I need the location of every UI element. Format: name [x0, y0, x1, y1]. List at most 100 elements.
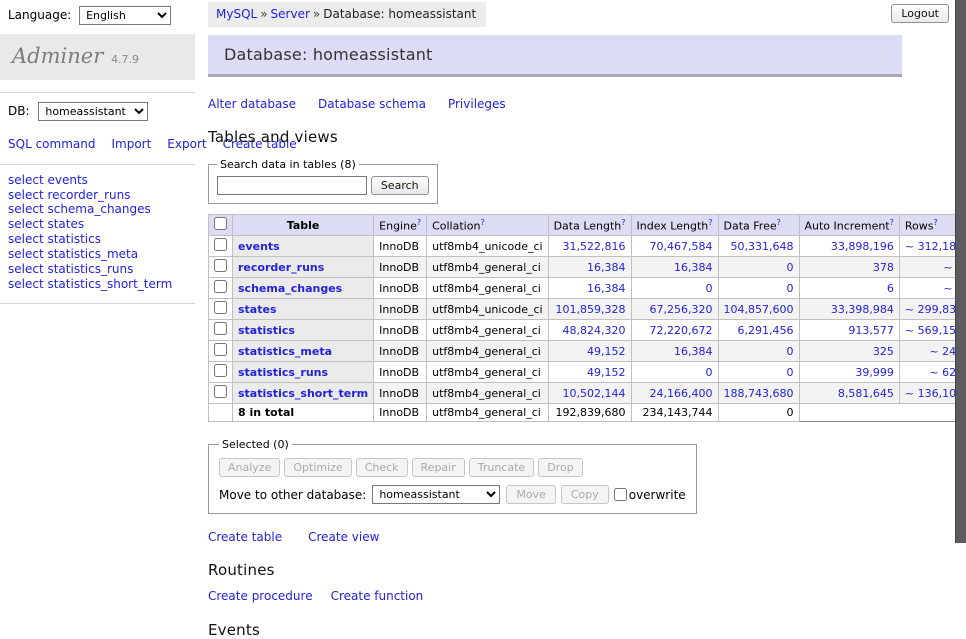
table-name-link[interactable]: statistics: [238, 324, 295, 337]
sidebar-select-statistics_meta[interactable]: select statistics_meta: [8, 247, 138, 261]
row-checkbox[interactable]: [214, 301, 227, 314]
data-free-cell: 0: [718, 257, 799, 278]
help-link[interactable]: ?: [708, 218, 712, 227]
analyze-button[interactable]: Analyze: [219, 458, 280, 477]
search-button[interactable]: Search: [371, 176, 429, 195]
copy-button[interactable]: Copy: [561, 485, 609, 504]
column-header-rows: Rows: [905, 219, 934, 232]
index-length-cell: 24,166,400: [631, 383, 718, 404]
total-collation-cell: utf8mb4_general_ci: [427, 404, 548, 422]
action-link-database-schema[interactable]: Database schema: [318, 97, 426, 111]
select-all-checkbox[interactable]: [214, 217, 227, 230]
breadcrumb-item-server[interactable]: Server: [271, 7, 310, 21]
table-row: statistics_meta InnoDButf8mb4_general_ci4…: [209, 341, 966, 362]
total-data-length-cell: 192,839,680: [548, 404, 631, 422]
data-free-cell: 0: [718, 278, 799, 299]
row-checkbox[interactable]: [214, 259, 227, 272]
data-length-cell: 49,152: [548, 362, 631, 383]
row-checkbox[interactable]: [214, 385, 227, 398]
sidebar-select-events[interactable]: select events: [8, 173, 88, 187]
data-length-cell: 49,152: [548, 341, 631, 362]
total-check-cell: [209, 404, 233, 422]
language-label: Language:: [8, 8, 71, 22]
routine-link-create-procedure[interactable]: Create procedure: [208, 589, 313, 603]
collation-cell: utf8mb4_unicode_ci: [427, 236, 548, 257]
table-name-link[interactable]: schema_changes: [238, 282, 342, 295]
row-checkbox[interactable]: [214, 322, 227, 335]
row-checkbox[interactable]: [214, 364, 227, 377]
create-link-create-view[interactable]: Create view: [308, 530, 379, 544]
row-checkbox[interactable]: [214, 280, 227, 293]
sidebar-select-statistics_short_term[interactable]: select statistics_short_term: [8, 277, 172, 291]
sidebar-select-schema_changes[interactable]: select schema_changes: [8, 202, 151, 216]
search-input[interactable]: [217, 176, 367, 195]
help-link[interactable]: ?: [417, 218, 421, 227]
move-db-select[interactable]: homeassistant: [372, 485, 500, 504]
sidebar-select-recorder_runs[interactable]: select recorder_runs: [8, 188, 131, 202]
action-link-alter-database[interactable]: Alter database: [208, 97, 296, 111]
help-link[interactable]: ?: [933, 218, 937, 227]
row-checkbox[interactable]: [214, 238, 227, 251]
drop-button[interactable]: Drop: [538, 458, 582, 477]
table-name-link[interactable]: statistics_runs: [238, 366, 328, 379]
truncate-button[interactable]: Truncate: [469, 458, 534, 477]
move-row: Move to other database: homeassistant Mo…: [219, 485, 686, 504]
help-link[interactable]: ?: [480, 218, 484, 227]
create-links: Create table Create view: [208, 530, 955, 544]
data-free-cell: 50,331,648: [718, 236, 799, 257]
table-name-link[interactable]: statistics_meta: [238, 345, 332, 358]
data-free-cell: 188,743,680: [718, 383, 799, 404]
selected-fieldset: Selected (0) AnalyzeOptimizeCheckRepairT…: [208, 438, 697, 514]
language-select[interactable]: English: [79, 6, 171, 25]
data-length-cell: 101,859,328: [548, 299, 631, 320]
sidebar-link-import[interactable]: Import: [111, 137, 151, 151]
data-length-cell: 48,824,320: [548, 320, 631, 341]
breadcrumb-item-database-homeassistant: Database: homeassistant: [323, 7, 476, 21]
routine-link-create-function[interactable]: Create function: [331, 589, 424, 603]
engine-cell: InnoDB: [374, 341, 427, 362]
db-label: DB:: [8, 104, 30, 118]
tables-and-views-heading: Tables and views: [208, 128, 955, 146]
table-total-row: 8 in totalInnoDButf8mb4_general_ci192,83…: [209, 404, 966, 422]
overwrite-checkbox[interactable]: [614, 488, 627, 501]
table-name-link[interactable]: events: [238, 240, 280, 253]
move-button[interactable]: Move: [506, 485, 556, 504]
sidebar-link-sql-command[interactable]: SQL command: [8, 137, 95, 151]
column-header-table: Table: [287, 219, 320, 232]
row-checkbox[interactable]: [214, 343, 227, 356]
total-engine-cell: InnoDB: [374, 404, 427, 422]
table-name-link[interactable]: statistics_short_term: [238, 387, 368, 400]
optimize-button[interactable]: Optimize: [284, 458, 351, 477]
check-button[interactable]: Check: [356, 458, 408, 477]
data-free-cell: 0: [718, 362, 799, 383]
sidebar-select-statistics[interactable]: select statistics: [8, 232, 101, 246]
create-link-create-table[interactable]: Create table: [208, 530, 282, 544]
column-header-auto-increment: Auto Increment: [805, 219, 890, 232]
help-link[interactable]: ?: [621, 218, 625, 227]
table-name-link[interactable]: states: [238, 303, 277, 316]
adminer-logo[interactable]: Adminer: [12, 44, 103, 68]
sidebar-select-states[interactable]: select states: [8, 217, 84, 231]
collation-cell: utf8mb4_general_ci: [427, 278, 548, 299]
help-link[interactable]: ?: [890, 218, 894, 227]
table-row: statistics_short_termInnoDButf8mb4_gener…: [209, 383, 966, 404]
collation-cell: utf8mb4_general_ci: [427, 341, 548, 362]
database-action-links: Alter database Database schema Privileges: [208, 97, 955, 111]
main-content: MySQL»Server»Database: homeassistant Dat…: [208, 0, 955, 639]
logout-button[interactable]: Logout: [891, 4, 949, 23]
column-header-index-length: Index Length: [637, 219, 709, 232]
blank-cell: [799, 404, 899, 422]
search-legend: Search data in tables (8): [217, 158, 359, 171]
action-link-privileges[interactable]: Privileges: [448, 97, 506, 111]
selected-buttons: AnalyzeOptimize CheckRepairTruncateDrop: [219, 458, 686, 477]
db-select[interactable]: homeassistant: [38, 102, 148, 121]
vertical-scrollbar[interactable]: [955, 0, 966, 543]
collation-cell: utf8mb4_unicode_ci: [427, 299, 548, 320]
table-name-link[interactable]: recorder_runs: [238, 261, 324, 274]
help-link[interactable]: ?: [777, 218, 781, 227]
sidebar-select-statistics_runs[interactable]: select statistics_runs: [8, 262, 133, 276]
table-row: statesInnoDButf8mb4_unicode_ci101,859,32…: [209, 299, 966, 320]
sidebar-link-export[interactable]: Export: [167, 137, 206, 151]
breadcrumb-item-mysql[interactable]: MySQL: [216, 7, 257, 21]
repair-button[interactable]: Repair: [412, 458, 465, 477]
